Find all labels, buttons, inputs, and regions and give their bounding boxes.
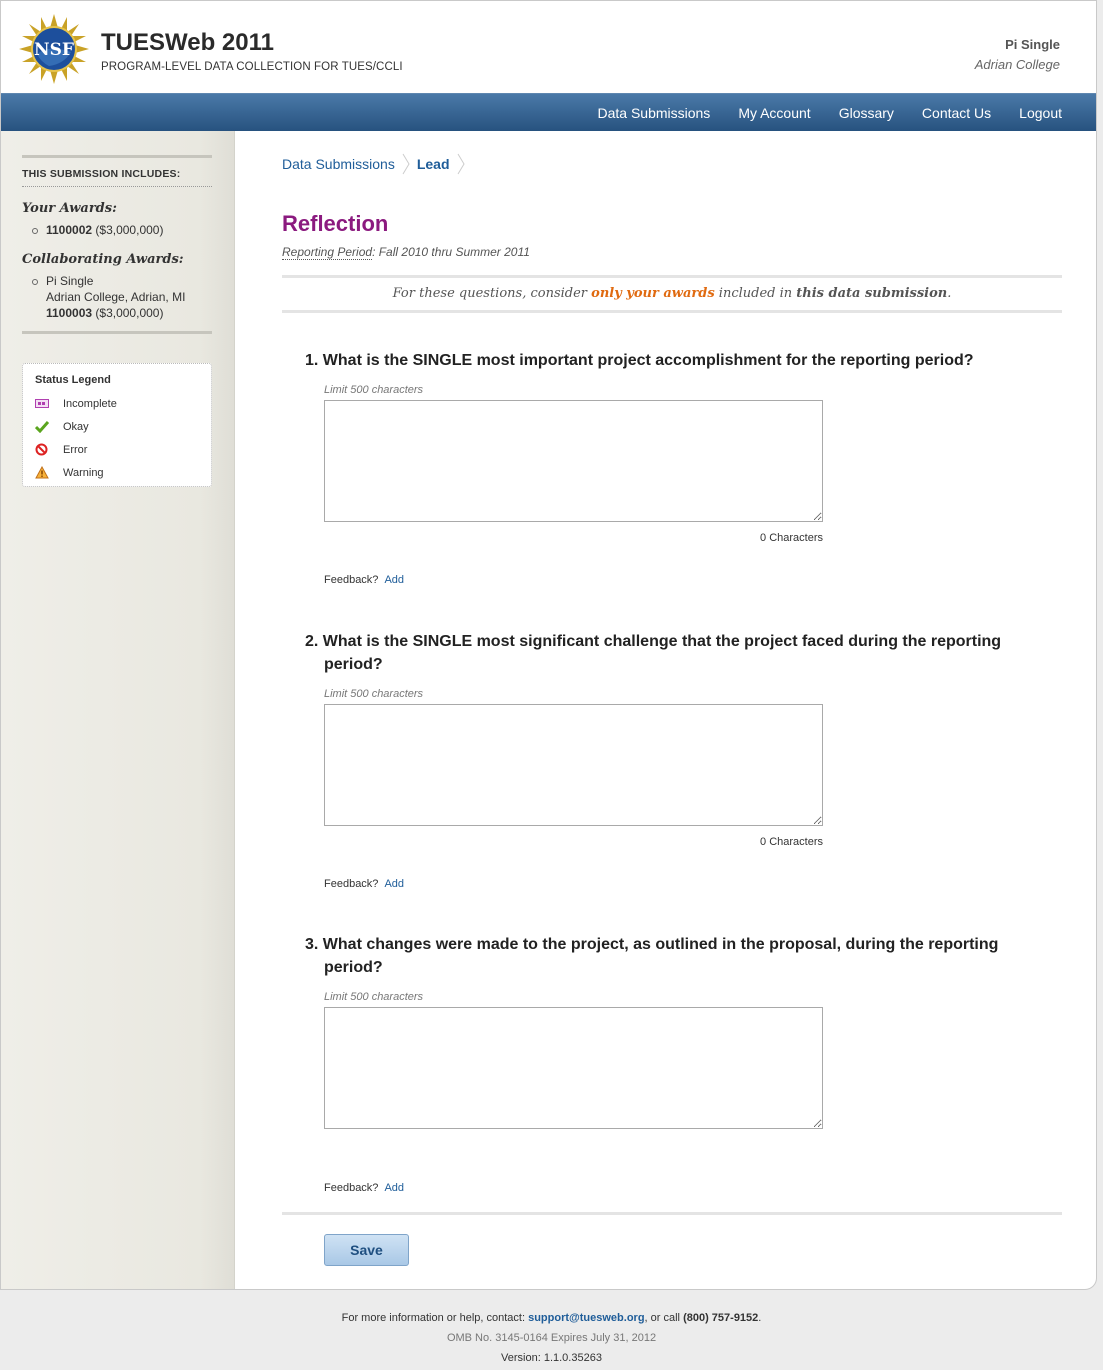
collab-award-amount: ($3,000,000) — [95, 306, 164, 320]
app-subtitle: PROGRAM-LEVEL DATA COLLECTION FOR TUES/C… — [101, 61, 403, 73]
incomplete-icon — [35, 398, 63, 409]
legend-item-error: Error — [35, 438, 199, 461]
question-text: 1. What is the SINGLE most important pro… — [305, 352, 974, 369]
main-content: Data Submissions Lead Reflection Reporti… — [235, 131, 1096, 1289]
collaborating-awards-title: Collaborating Awards: — [22, 252, 184, 267]
reporting-period: Reporting Period: Fall 2010 thru Summer … — [282, 245, 530, 260]
legend-label: Warning — [63, 466, 104, 479]
legend-item-okay: Okay — [35, 415, 199, 438]
collaborating-awards-list: Pi Single Adrian College, Adrian, MI 110… — [22, 273, 212, 321]
question-text: 2. What is the SINGLE most significant c… — [305, 633, 1002, 673]
help-text: . — [758, 1312, 762, 1324]
breadcrumb-separator-icon — [402, 153, 410, 175]
submission-summary: THIS SUBMISSION INCLUDES: Your Awards: 1… — [22, 155, 212, 334]
character-count: 0 Characters — [760, 532, 823, 544]
nav-logout[interactable]: Logout — [1019, 105, 1062, 121]
collab-award-item: Pi Single Adrian College, Adrian, MI 110… — [22, 273, 212, 321]
nav-data-submissions[interactable]: Data Submissions — [597, 105, 710, 121]
feedback-row: Feedback? Add — [324, 878, 1005, 890]
feedback-label: Feedback? — [324, 1182, 379, 1194]
legend-label: Error — [63, 443, 88, 456]
award-item: 1100002 ($3,000,000) — [22, 222, 212, 238]
support-email-link[interactable]: support@tuesweb.org — [528, 1312, 644, 1324]
your-awards-title: Your Awards: — [22, 201, 117, 216]
nav-my-account[interactable]: My Account — [738, 105, 810, 121]
summary-divider — [22, 331, 212, 334]
feedback-row: Feedback? Add — [324, 1182, 1005, 1194]
logo-text: NSF — [34, 40, 74, 60]
award-id: 1100002 — [46, 223, 93, 237]
feedback-label: Feedback? — [324, 574, 379, 586]
user-name: Pi Single — [1005, 37, 1060, 52]
header: NSF TUESWeb 2011 PROGRAM-LEVEL DATA COLL… — [1, 1, 1096, 93]
legend-label: Okay — [63, 420, 89, 433]
collab-pi-name: Pi Single — [46, 274, 94, 288]
instruction-notice: For these questions, consider only your … — [282, 275, 1062, 313]
user-organization: Adrian College — [974, 57, 1060, 72]
answer-textarea[interactable] — [324, 704, 823, 826]
question-3: 3. What changes were made to the project… — [305, 933, 1005, 1194]
error-icon — [35, 443, 63, 456]
reporting-period-value: : Fall 2010 thru Summer 2011 — [372, 245, 530, 259]
breadcrumb: Data Submissions Lead — [282, 153, 472, 175]
your-awards-list: 1100002 ($3,000,000) — [22, 222, 212, 238]
feedback-label: Feedback? — [324, 878, 379, 890]
add-feedback-link[interactable]: Add — [384, 1182, 404, 1194]
help-text: , or call — [644, 1312, 684, 1324]
answer-textarea[interactable] — [324, 1007, 823, 1129]
character-limit: Limit 500 characters — [324, 384, 424, 396]
add-feedback-link[interactable]: Add — [384, 574, 404, 586]
warning-icon — [35, 466, 63, 479]
question-1: 1. What is the SINGLE most important pro… — [305, 349, 1005, 586]
omb-notice: OMB No. 3145-0164 Expires July 31, 2012 — [446, 1332, 657, 1344]
notice-text: For these questions, consider — [392, 286, 592, 301]
answer-textarea[interactable] — [324, 400, 823, 522]
nav-contact-us[interactable]: Contact Us — [922, 105, 991, 121]
version-text: Version: 1.1.0.35263 — [501, 1352, 602, 1364]
notice-highlight: only your awards — [591, 286, 715, 301]
check-icon — [35, 420, 63, 433]
character-limit: Limit 500 characters — [324, 991, 424, 1003]
main-navigation: Data Submissions My Account Glossary Con… — [1, 93, 1096, 131]
character-count — [324, 1139, 823, 1152]
help-line: For more information or help, contact: s… — [0, 1308, 1103, 1328]
status-legend: Status Legend Incomplete Okay Error Warn… — [22, 363, 212, 487]
sidebar: THIS SUBMISSION INCLUDES: Your Awards: 1… — [1, 131, 235, 1289]
add-feedback-link[interactable]: Add — [384, 878, 404, 890]
breadcrumb-current: Lead — [416, 156, 450, 172]
legend-label: Incomplete — [63, 397, 117, 410]
feedback-row: Feedback? Add — [324, 574, 1005, 586]
question-2: 2. What is the SINGLE most significant c… — [305, 630, 1005, 890]
submission-heading: THIS SUBMISSION INCLUDES: — [22, 158, 212, 187]
legend-item-warning: Warning — [35, 461, 199, 484]
nav-glossary[interactable]: Glossary — [839, 105, 894, 121]
page-frame: NSF TUESWeb 2011 PROGRAM-LEVEL DATA COLL… — [0, 0, 1097, 1290]
collab-location: Adrian College, Adrian, MI — [46, 290, 186, 304]
form-divider — [282, 1212, 1062, 1215]
notice-emphasis: this data submission — [796, 286, 948, 301]
character-limit: Limit 500 characters — [324, 688, 424, 700]
award-amount: ($3,000,000) — [95, 223, 164, 237]
breadcrumb-data-submissions[interactable]: Data Submissions — [282, 156, 395, 172]
character-count: 0 Characters — [760, 836, 823, 848]
page-title: Reflection — [282, 211, 389, 236]
notice-text: . — [947, 286, 952, 301]
question-text: 3. What changes were made to the project… — [305, 936, 999, 976]
support-phone: (800) 757-9152 — [683, 1312, 759, 1324]
reporting-period-label: Reporting Period — [282, 245, 373, 260]
collab-award-id: 1100003 — [46, 306, 93, 320]
breadcrumb-separator-icon — [457, 153, 465, 175]
notice-text: included in — [714, 286, 797, 301]
footer: For more information or help, contact: s… — [0, 1308, 1103, 1368]
help-text: For more information or help, contact: — [341, 1312, 529, 1324]
app-title: TUESWeb 2011 — [101, 29, 274, 56]
legend-item-incomplete: Incomplete — [35, 392, 199, 415]
legend-title: Status Legend — [35, 374, 111, 386]
save-button[interactable]: Save — [324, 1234, 409, 1266]
nsf-logo[interactable]: NSF — [19, 14, 89, 84]
